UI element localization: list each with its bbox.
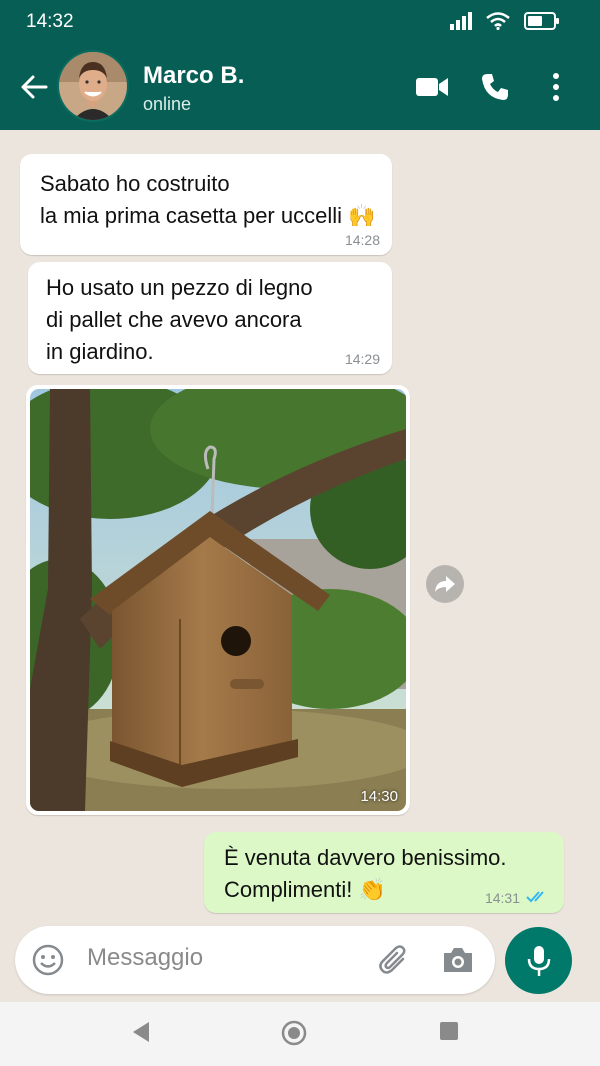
forward-button[interactable] <box>426 565 464 603</box>
wifi-icon <box>486 12 510 30</box>
message-input[interactable] <box>87 944 357 972</box>
message-text: Ho usato un pezzo di legno di pallet che… <box>46 275 313 364</box>
forward-icon <box>435 576 455 592</box>
read-receipt-icon <box>526 891 544 903</box>
system-nav-bar <box>0 1002 600 1066</box>
nav-back-icon[interactable] <box>131 1020 151 1044</box>
mic-button[interactable] <box>505 927 572 994</box>
status-bar: 14:32 <box>0 0 600 44</box>
message-time: 14:30 <box>360 788 398 805</box>
message-bubble[interactable]: Sabato ho costruito la mia prima casetta… <box>20 154 392 255</box>
mic-icon <box>527 945 550 976</box>
back-arrow-icon[interactable] <box>18 71 50 103</box>
avatar[interactable] <box>57 50 129 122</box>
message-text: È venuta davvero benissimo. Complimenti!… <box>224 845 507 902</box>
attach-icon[interactable] <box>377 943 411 977</box>
message-bubble[interactable]: Ho usato un pezzo di legno di pallet che… <box>28 262 392 374</box>
signal-icon <box>450 12 472 30</box>
outgoing-message-bubble[interactable]: È venuta davvero benissimo. Complimenti!… <box>204 832 564 913</box>
nav-home-icon[interactable] <box>281 1020 307 1046</box>
status-icons <box>450 12 560 30</box>
video-call-icon[interactable] <box>415 72 449 102</box>
camera-icon[interactable] <box>441 943 475 977</box>
emoji-icon[interactable] <box>31 943 65 977</box>
status-time: 14:32 <box>26 11 74 32</box>
contact-status: online <box>143 94 192 114</box>
more-vert-icon[interactable] <box>552 72 560 102</box>
nav-recents-icon[interactable] <box>439 1020 459 1042</box>
battery-icon <box>524 12 559 30</box>
phone-icon[interactable] <box>480 72 510 102</box>
image-message[interactable]: 14:30 <box>26 385 410 815</box>
message-text: Sabato ho costruito la mia prima casetta… <box>40 171 376 228</box>
message-composer <box>15 926 495 994</box>
message-time: 14:31 <box>484 890 520 906</box>
contact-name[interactable]: Marco B. <box>143 62 244 90</box>
message-time: 14:28 <box>344 232 380 248</box>
chat-header: Marco B. online <box>0 44 600 130</box>
message-time: 14:29 <box>344 351 380 367</box>
birdhouse-photo[interactable] <box>30 389 406 811</box>
